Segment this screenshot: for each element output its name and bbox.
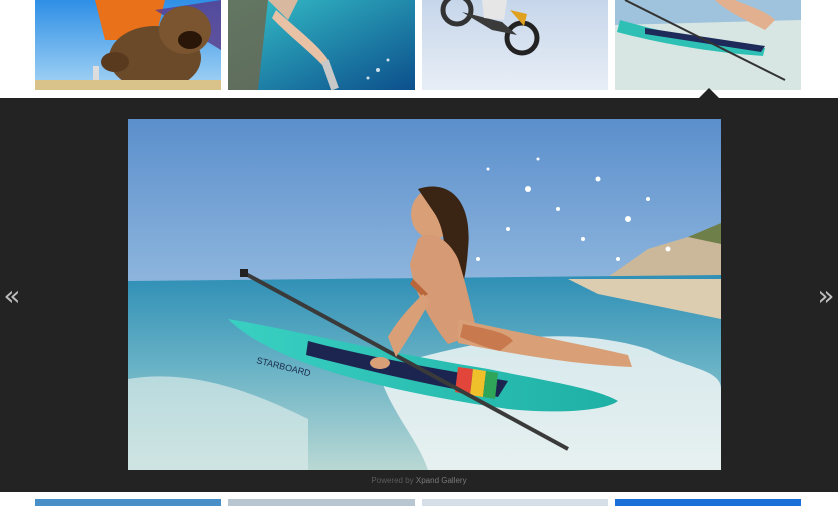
prev-button[interactable]: « bbox=[0, 278, 24, 314]
next-button[interactable]: » bbox=[814, 278, 838, 314]
lightbox-viewer: « » STARBOARD Powered by Xpand Gallery bbox=[0, 88, 838, 492]
thumbnail-underwater-selfie[interactable] bbox=[228, 0, 415, 90]
thumbnail-bottom-4[interactable] bbox=[615, 499, 801, 506]
thumbnail-row-top bbox=[0, 0, 838, 98]
thumbnail-bottom-3[interactable] bbox=[422, 499, 608, 506]
motocross-photo bbox=[422, 0, 608, 90]
thumbnail-bear-selfie[interactable] bbox=[35, 0, 221, 90]
thumbnail-row-bottom bbox=[0, 492, 838, 506]
main-photo: STARBOARD bbox=[128, 119, 721, 470]
bear-photo bbox=[35, 0, 221, 90]
thumbnail-bottom-1[interactable] bbox=[35, 499, 221, 506]
thumbnail-motocross[interactable] bbox=[422, 0, 608, 90]
thumbnail-bottom-2[interactable] bbox=[228, 499, 415, 506]
gallery-brand-link[interactable]: Xpand Gallery bbox=[416, 476, 467, 485]
underwater-photo bbox=[228, 0, 415, 90]
powered-by-credit: Powered by Xpand Gallery bbox=[0, 476, 838, 485]
thumbnail-paddleboard[interactable] bbox=[615, 0, 801, 90]
powered-by-prefix: Powered by bbox=[371, 476, 414, 485]
paddleboard-thumb-photo bbox=[615, 0, 801, 90]
gallery-page: « » STARBOARD Powered by Xpand Gallery bbox=[0, 0, 838, 506]
selection-pointer bbox=[699, 88, 719, 98]
paddleboard-photo: STARBOARD bbox=[128, 119, 721, 470]
